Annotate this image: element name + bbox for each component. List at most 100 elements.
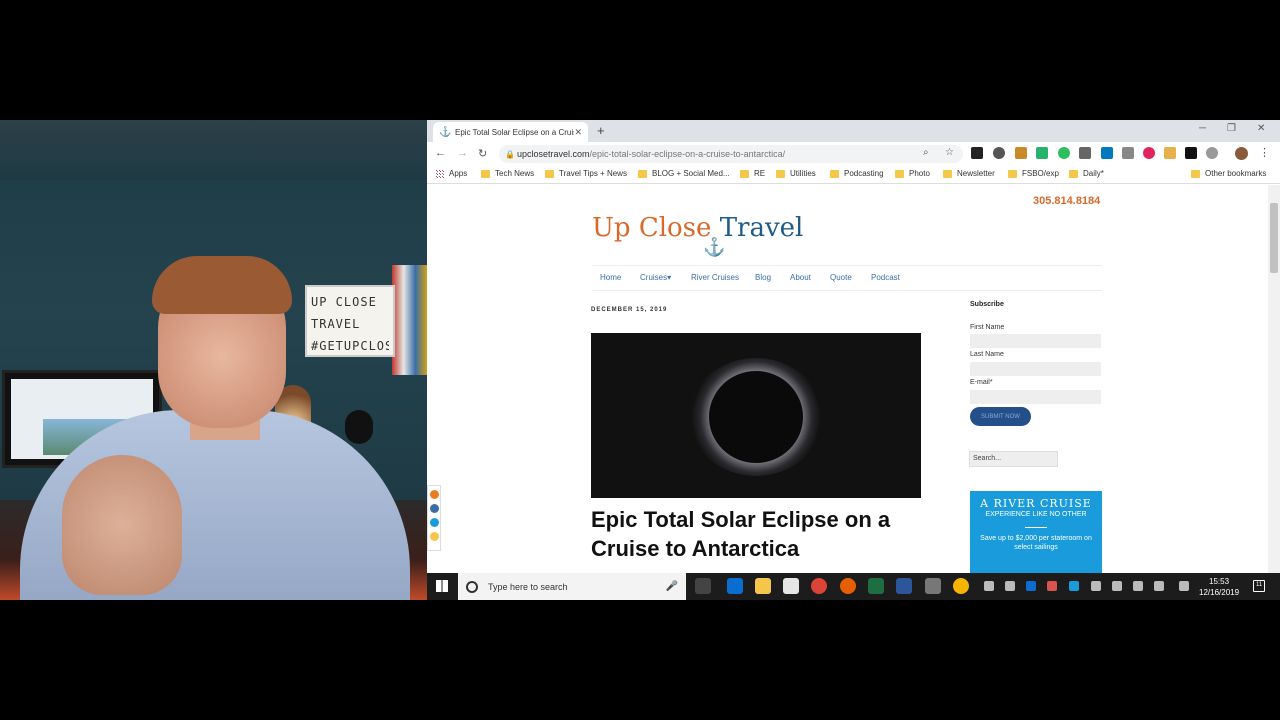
firefox-icon[interactable] xyxy=(840,578,856,594)
trello-icon[interactable] xyxy=(1101,147,1113,159)
taskbar-clock[interactable]: 15:53 12/16/2019 xyxy=(1199,576,1239,598)
tab-strip: ⚓ Epic Total Solar Eclipse on a Cruise ✕… xyxy=(427,120,1280,142)
grammarly-icon[interactable] xyxy=(1036,147,1048,159)
zoom-icon[interactable]: ⌕ xyxy=(923,147,929,158)
minimize-icon[interactable]: ─ xyxy=(1199,123,1206,134)
add-icon[interactable] xyxy=(430,518,439,527)
nav-item-about[interactable]: About xyxy=(790,273,811,282)
share-icon[interactable] xyxy=(430,532,439,541)
extension-icon[interactable] xyxy=(1143,147,1155,159)
bookmark-folder[interactable]: FSBO/exp xyxy=(1008,169,1059,178)
taskbar-search-placeholder: Type here to search xyxy=(488,581,568,592)
pen-icon[interactable] xyxy=(1179,581,1189,591)
task-view-icon[interactable] xyxy=(695,578,711,594)
bookmark-folder[interactable]: RE xyxy=(740,169,765,178)
slack-icon[interactable] xyxy=(1164,147,1176,159)
onedrive-icon[interactable] xyxy=(1026,581,1036,591)
notion-icon[interactable] xyxy=(1185,147,1197,159)
calculator-icon[interactable] xyxy=(925,578,941,594)
phone-number[interactable]: 305.814.8184 xyxy=(1033,195,1100,207)
share-icon[interactable] xyxy=(430,490,439,499)
back-icon[interactable]: ← xyxy=(435,147,446,159)
nav-item-podcast[interactable]: Podcast xyxy=(871,273,900,282)
battery-icon[interactable] xyxy=(1091,581,1101,591)
bookmark-folder[interactable]: Other bookmarks xyxy=(1191,169,1266,178)
chrome-icon[interactable] xyxy=(811,578,827,594)
submit-button[interactable]: SUBMIT NOW xyxy=(970,407,1031,426)
river-cruise-ad[interactable]: A RIVER CRUISE EXPERIENCE LIKE NO OTHER … xyxy=(970,491,1102,581)
ad-divider xyxy=(1025,527,1047,528)
star-icon[interactable]: ☆ xyxy=(945,147,954,158)
windows-start-icon[interactable] xyxy=(436,580,448,592)
wifi-icon[interactable] xyxy=(1112,581,1122,591)
window-close-icon[interactable]: ✕ xyxy=(1257,123,1265,134)
pocket-icon[interactable] xyxy=(993,147,1005,159)
evernote-icon[interactable] xyxy=(1058,147,1070,159)
forward-icon[interactable]: → xyxy=(457,147,468,159)
email-field[interactable] xyxy=(970,390,1101,404)
bookmark-folder[interactable]: BLOG + Social Med... xyxy=(638,169,730,178)
bookmark-label: Other bookmarks xyxy=(1205,169,1267,178)
extension-icon[interactable] xyxy=(1015,147,1027,159)
extension-icon[interactable] xyxy=(1122,147,1134,159)
bookmark-label: RE xyxy=(754,169,766,178)
restore-icon[interactable]: ❐ xyxy=(1227,123,1236,134)
mic-icon[interactable]: 🎤 xyxy=(666,581,678,592)
apps-icon xyxy=(435,169,444,178)
last-name-label: Last Name xyxy=(970,351,1004,358)
onedrive-icon[interactable] xyxy=(1005,581,1015,591)
menu-kebab-icon[interactable]: ⋮ xyxy=(1259,146,1270,159)
bookmark-apps[interactable]: Apps xyxy=(435,169,467,178)
bookmark-label: Newsletter xyxy=(957,169,995,178)
tab-active[interactable]: ⚓ Epic Total Solar Eclipse on a Cruise ✕ xyxy=(433,122,588,142)
nav-item-cruises[interactable]: Cruises▾ xyxy=(640,273,671,282)
bookmark-folder[interactable]: Photo xyxy=(895,169,930,178)
chrome-icon[interactable] xyxy=(953,578,969,594)
dropbox-icon[interactable] xyxy=(1154,581,1164,591)
bookmark-folder[interactable]: Utilities xyxy=(776,169,816,178)
nav-item-home[interactable]: Home xyxy=(600,273,621,282)
nav-item-river-cruises[interactable]: River Cruises xyxy=(691,273,739,282)
notification-count: 11 xyxy=(1256,582,1263,588)
close-icon[interactable]: ✕ xyxy=(574,127,582,138)
address-bar[interactable]: 🔒 upclosetravel.com/epic-total-solar-ecl… xyxy=(499,145,963,163)
taskbar-search[interactable]: Type here to search 🎤 xyxy=(458,573,686,600)
profile-avatar[interactable] xyxy=(1235,147,1248,160)
bookmark-folder[interactable]: Tech News xyxy=(481,169,534,178)
nav-item-blog[interactable]: Blog xyxy=(755,273,771,282)
volume-icon[interactable] xyxy=(1133,581,1143,591)
excel-icon[interactable] xyxy=(868,578,884,594)
notification-icon[interactable]: 11 xyxy=(1253,580,1265,592)
bookmark-folder[interactable]: Travel Tips + News xyxy=(545,169,627,178)
site-logo[interactable]: Up Close Travel xyxy=(592,213,803,243)
mail-icon[interactable] xyxy=(783,578,799,594)
extension-icon[interactable] xyxy=(971,147,983,159)
share-icon[interactable] xyxy=(430,504,439,513)
tray-chevron-icon[interactable] xyxy=(984,581,994,591)
reload-icon[interactable]: ↻ xyxy=(478,147,487,160)
search-input[interactable]: Search... xyxy=(969,451,1058,467)
bookshelf xyxy=(392,265,427,375)
first-name-field[interactable] xyxy=(970,334,1101,348)
scroll-thumb[interactable] xyxy=(1270,203,1278,273)
extension-icon[interactable] xyxy=(1079,147,1091,159)
folder-icon xyxy=(1069,169,1078,178)
word-icon[interactable] xyxy=(896,578,912,594)
bookmark-folder[interactable]: Newsletter xyxy=(943,169,995,178)
bookmark-label: Podcasting xyxy=(844,169,884,178)
bookmark-label: Daily* xyxy=(1083,169,1104,178)
file-explorer-icon[interactable] xyxy=(755,578,771,594)
new-tab-icon[interactable]: + xyxy=(597,123,605,138)
logo-anchor-icon: ⚓ xyxy=(703,237,726,257)
cloud-icon[interactable] xyxy=(1206,147,1218,159)
ad-copy: Save up to $2,000 per stateroom on selec… xyxy=(980,535,1092,551)
bookmark-folder[interactable]: Daily* xyxy=(1069,169,1104,178)
page-scrollbar[interactable] xyxy=(1268,185,1280,573)
tray-app-icon[interactable] xyxy=(1069,581,1079,591)
windows-taskbar: Type here to search 🎤 15:53 12/16/2019 1… xyxy=(427,573,1280,600)
last-name-field[interactable] xyxy=(970,362,1101,376)
tray-app-icon[interactable] xyxy=(1047,581,1057,591)
nav-item-quote[interactable]: Quote xyxy=(830,273,852,282)
edge-icon[interactable] xyxy=(727,578,743,594)
bookmark-folder[interactable]: Podcasting xyxy=(830,169,884,178)
